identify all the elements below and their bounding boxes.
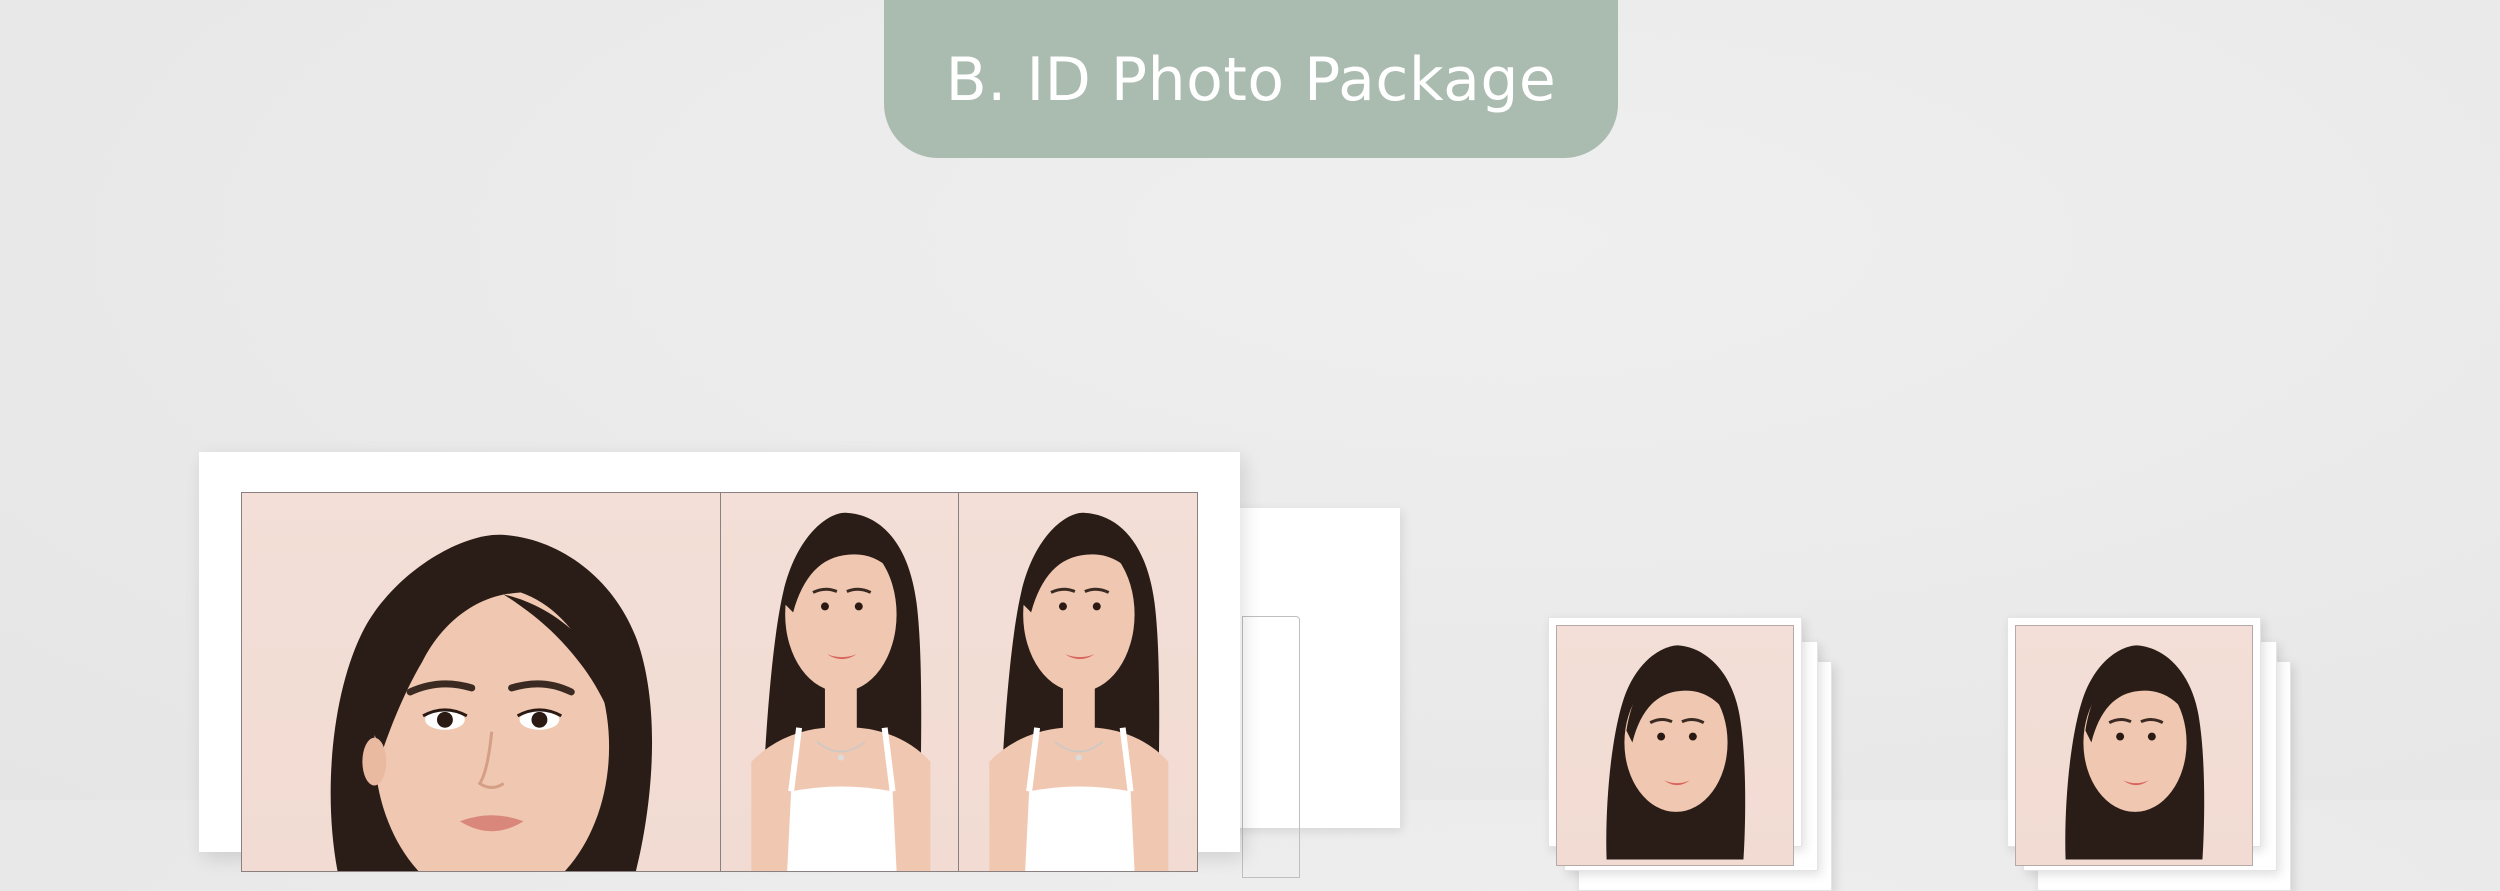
photo-cell-large bbox=[242, 493, 720, 871]
photo-card-front bbox=[1548, 617, 1802, 866]
photo-cell-portrait-2 bbox=[958, 493, 1197, 871]
print-sheet-back bbox=[1220, 508, 1400, 878]
portrait-image-1 bbox=[750, 512, 930, 871]
print-sheet-front bbox=[199, 452, 1240, 872]
photo-cell-portrait-1 bbox=[719, 493, 959, 871]
sheet-back-frame bbox=[1242, 616, 1300, 878]
photo-card-front bbox=[2007, 617, 2261, 866]
headshot-large-image bbox=[330, 534, 653, 871]
id-photo-image bbox=[1606, 645, 1746, 860]
page-title: B. ID Photo Package bbox=[945, 45, 1557, 115]
id-photo-image bbox=[2065, 645, 2205, 860]
id-photo bbox=[1556, 625, 1794, 866]
title-banner: B. ID Photo Package bbox=[884, 0, 1618, 158]
id-photo bbox=[2015, 625, 2253, 866]
portrait-image-2 bbox=[989, 512, 1169, 871]
photo-grid bbox=[241, 492, 1198, 872]
